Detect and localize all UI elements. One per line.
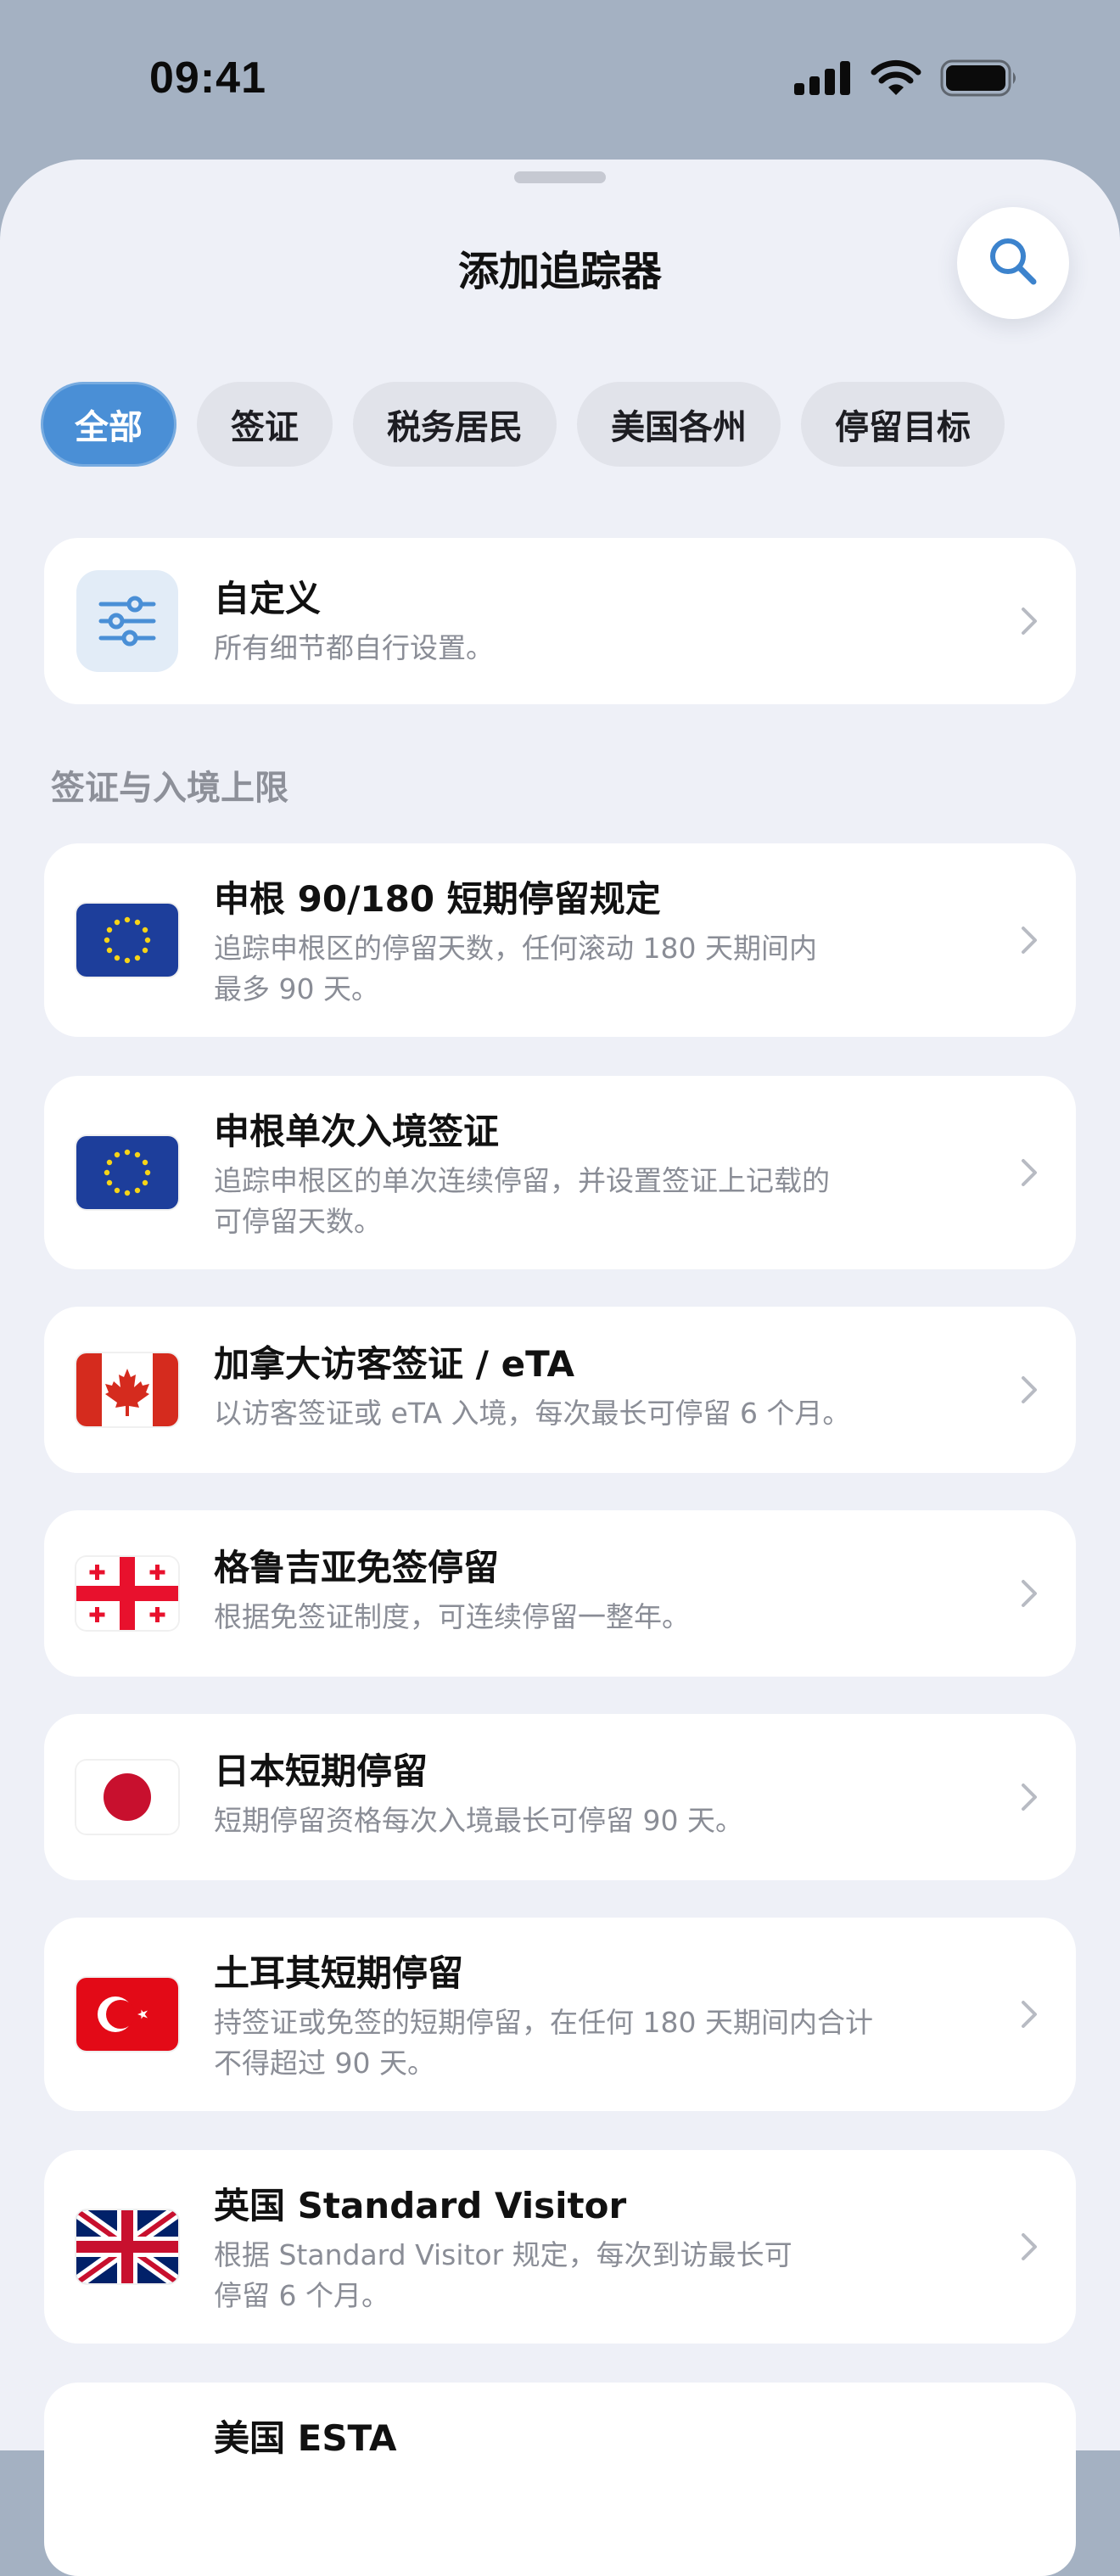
tab-stay-goals[interactable]: 停留目标 [801, 382, 1005, 467]
tracker-item-japan-short-stay[interactable]: 日本短期停留 短期停留资格每次入境最长可停留 90 天。 [44, 1714, 1076, 1880]
tracker-item-us-esta[interactable]: 美国 ESTA [44, 2383, 1076, 2576]
wifi-icon [871, 59, 921, 100]
status-time: 09:41 [149, 53, 266, 103]
tracker-title: 英国 Standard Visitor [214, 2185, 627, 2226]
tracker-desc-line2: 不得超过 90 天。 [214, 2047, 435, 2080]
tracker-desc-line1: 追踪申根区的单次连续停留，并设置签证上记载的 [214, 1164, 830, 1197]
tracker-title: 申根单次入境签证 [214, 1111, 500, 1152]
tracker-title: 格鲁吉亚免签停留 [214, 1547, 500, 1588]
add-tracker-sheet: 添加追踪器 全部 签证 税务居民 美国各州 停留目标 自定义 所有细节都自行设置… [0, 160, 1120, 2576]
section-label-visa-limits: 签证与入境上限 [51, 769, 288, 808]
custom-desc: 所有细节都自行设置。 [214, 631, 494, 664]
search-icon [986, 234, 1040, 292]
sliders-icon [76, 570, 178, 672]
georgia-flag-icon [76, 1557, 178, 1630]
eu-flag-icon [76, 904, 178, 977]
chevron-right-icon [1022, 1784, 1037, 1811]
canada-flag-icon [76, 1353, 178, 1426]
tracker-title: 加拿大访客签证 / eTA [214, 1343, 574, 1385]
tracker-title: 美国 ESTA [214, 2417, 397, 2459]
status-bar: 09:41 [0, 0, 1120, 161]
turkey-flag-icon [76, 1978, 178, 2051]
tab-all[interactable]: 全部 [41, 382, 176, 467]
tracker-desc-line2: 最多 90 天。 [214, 972, 379, 1005]
tab-visa[interactable]: 签证 [197, 382, 333, 467]
tracker-desc-line1: 根据 Standard Visitor 规定，每次到访最长可 [214, 2238, 792, 2271]
tracker-title: 日本短期停留 [214, 1750, 428, 1792]
chevron-right-icon [1022, 608, 1037, 635]
tracker-desc-line1: 追踪申根区的停留天数，任何滚动 180 天期间内 [214, 932, 817, 965]
tracker-desc-line1: 以访客签证或 eTA 入境，每次最长可停留 6 个月。 [214, 1397, 851, 1430]
status-icons [794, 59, 1020, 100]
tracker-desc-line2: 停留 6 个月。 [214, 2279, 389, 2312]
tracker-desc-line1: 持签证或免签的短期停留，在任何 180 天期间内合计 [214, 2006, 873, 2039]
japan-flag-icon [76, 1761, 178, 1834]
tab-us-states[interactable]: 美国各州 [577, 382, 781, 467]
tracker-item-uk-standard-visitor[interactable]: 英国 Standard Visitor 根据 Standard Visitor … [44, 2150, 1076, 2344]
chevron-right-icon [1022, 2001, 1037, 2028]
chevron-right-icon [1022, 1580, 1037, 1607]
cellular-signal-icon [794, 61, 852, 98]
eu-flag-icon [76, 1136, 178, 1209]
chevron-right-icon [1022, 2233, 1037, 2260]
sheet-grabber[interactable] [514, 171, 606, 183]
chevron-right-icon [1022, 1159, 1037, 1186]
uk-flag-icon [76, 2210, 178, 2283]
chevron-right-icon [1022, 927, 1037, 954]
custom-title: 自定义 [214, 578, 322, 619]
category-tabs: 全部 签证 税务居民 美国各州 停留目标 [41, 382, 1005, 467]
tracker-item-georgia-visa-free[interactable]: 格鲁吉亚免签停留 根据免签证制度，可连续停留一整年。 [44, 1510, 1076, 1677]
tracker-desc-line1: 根据免签证制度，可连续停留一整年。 [214, 1600, 690, 1633]
tracker-title: 土耳其短期停留 [214, 1952, 464, 1994]
battery-icon [940, 59, 1020, 100]
sheet-title: 添加追踪器 [457, 248, 662, 295]
tracker-title: 申根 90/180 短期停留规定 [214, 878, 661, 920]
tracker-item-schengen-single-entry[interactable]: 申根单次入境签证 追踪申根区的单次连续停留，并设置签证上记载的 可停留天数。 [44, 1076, 1076, 1269]
tracker-item-schengen-90-180[interactable]: 申根 90/180 短期停留规定 追踪申根区的停留天数，任何滚动 180 天期间… [44, 843, 1076, 1037]
tab-tax-residency[interactable]: 税务居民 [353, 382, 557, 467]
tracker-desc-line2: 可停留天数。 [214, 1205, 382, 1238]
tracker-item-canada-visitor[interactable]: 加拿大访客签证 / eTA 以访客签证或 eTA 入境，每次最长可停留 6 个月… [44, 1307, 1076, 1473]
chevron-right-icon [1022, 1376, 1037, 1403]
tracker-desc-line1: 短期停留资格每次入境最长可停留 90 天。 [214, 1804, 743, 1837]
custom-tracker-card[interactable]: 自定义 所有细节都自行设置。 [44, 538, 1076, 704]
tracker-item-turkey-short-stay[interactable]: 土耳其短期停留 持签证或免签的短期停留，在任何 180 天期间内合计 不得超过 … [44, 1918, 1076, 2111]
search-button[interactable] [957, 207, 1069, 319]
